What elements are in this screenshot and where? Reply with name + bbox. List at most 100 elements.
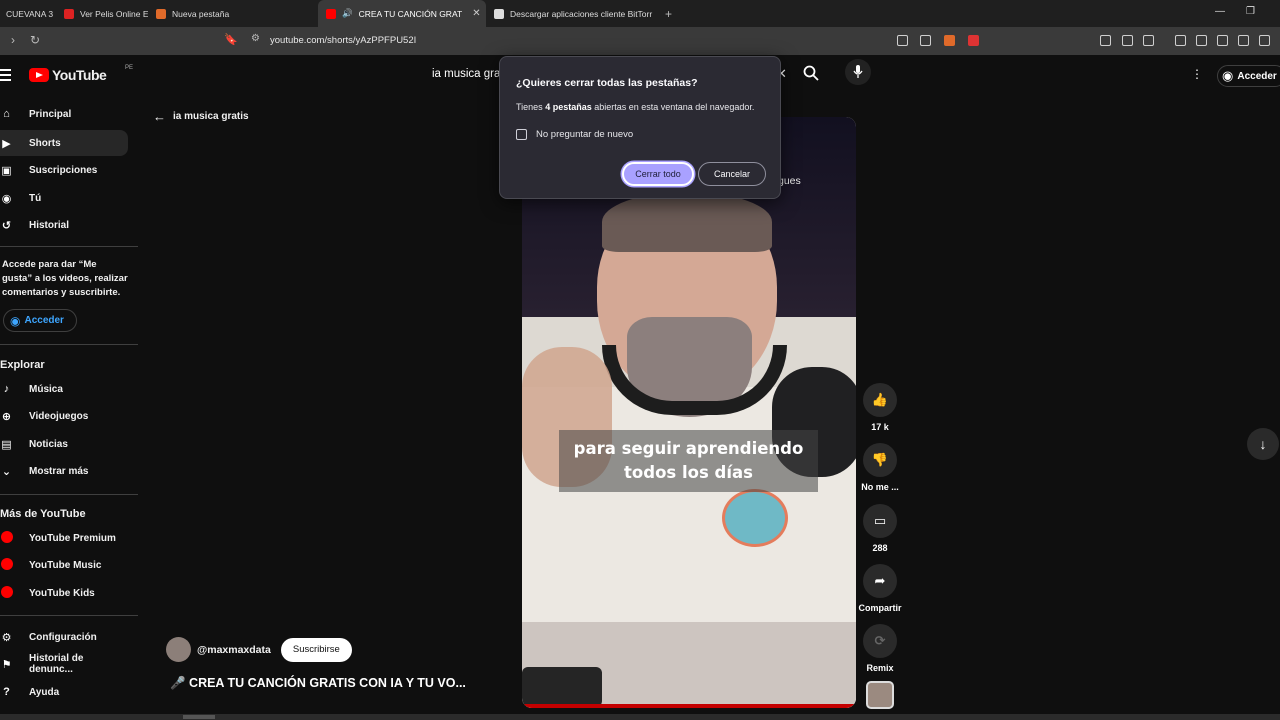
url-text[interactable]: youtube.com/shorts/yAzPPFPU52I [270,35,416,46]
sidebar-item-shorts[interactable]: ▶ Shorts [0,130,128,156]
tab-nueva-pestana[interactable]: Nueva pestaña [148,0,318,27]
sidebar-item-noticias[interactable]: ▤ Noticias [0,431,128,457]
video-subtitle: para seguir aprendiendo todos los días [559,430,818,492]
minimize-icon[interactable]: — [1215,6,1225,17]
tab-label: Descargar aplicaciones cliente BitTorr [510,8,653,19]
search-icon[interactable] [803,65,819,84]
brave-icon [156,8,166,19]
comment-count: 288 [872,543,888,553]
dialog-message-post: abiertas en esta ventana del navegador. [591,102,755,112]
sidebar-item-label: Configuración [29,631,97,643]
sidebar-signin-button[interactable]: ◉ Acceder [3,309,77,332]
sidebar-item-historial-denuncias[interactable]: ⚑ Historial de denunc... [0,651,128,677]
explore-heading: Explorar [0,359,45,371]
scrollbar-thumb[interactable] [183,715,215,719]
cast-icon[interactable] [897,35,908,46]
signin-label: Acceder [1237,70,1277,82]
sidebar-item-videojuegos[interactable]: ⊕ Videojuegos [0,403,128,429]
dialog-message: Tienes 4 pestañas abiertas en esta venta… [516,102,754,112]
like-count: 17 k [871,422,889,432]
share-button[interactable]: ➦ Compartir [857,564,903,613]
help-icon: ? [3,686,10,698]
youtube-kids-icon [0,585,13,601]
sidebar-item-suscripciones[interactable]: ▣ Suscripciones [0,157,128,183]
new-tab-icon[interactable]: + [665,7,672,21]
youtube-premium-icon [0,530,13,546]
forward-icon[interactable]: › [11,33,15,47]
tab-cuevana[interactable]: CUEVANA 3 [0,0,56,27]
speaker-icon[interactable]: 🔊 [342,8,353,19]
sidebar-item-tu[interactable]: ◉ Tú [0,185,128,211]
sidebar-item-label: YouTube Kids [29,587,95,599]
sidebar-item-label: Historial [29,219,70,231]
sidebar-item-youtube-premium[interactable]: YouTube Premium [0,525,128,551]
maximize-icon[interactable]: ❐ [1246,6,1255,17]
next-short-button[interactable]: ↓ [1247,428,1279,460]
close-all-button[interactable]: Cerrar todo [622,162,694,186]
screenshot-icon[interactable] [1143,35,1154,46]
dislike-button[interactable]: 👎 No me ... [857,443,903,492]
news-icon: ▤ [1,438,12,451]
video-title[interactable]: 🎤 CREA TU CANCIÓN GRATIS CON IA Y TU VO.… [170,676,466,691]
sidebar-item-label: Principal [29,108,72,120]
tab-bittorrent[interactable]: Descargar aplicaciones cliente BitTorr [486,0,661,27]
short-video-player[interactable]: para seguir aprendiendo todos los días [522,117,856,708]
tab-label: CUEVANA 3 [6,8,54,19]
sidebar-item-label: YouTube Music [29,559,102,571]
history-icon: ↺ [1,219,12,232]
comments-button[interactable]: ▭ 288 [857,504,903,553]
remix-icon: ⟳ [863,624,897,658]
reload-icon[interactable]: ↻ [30,33,40,47]
sidebar-icon[interactable] [1196,35,1207,46]
sidebar-item-ayuda[interactable]: ? Ayuda [0,679,128,705]
menu-icon[interactable] [0,69,11,84]
sidebar-item-youtube-music[interactable]: YouTube Music [0,552,128,578]
bookmark-icon[interactable]: 🔖 [224,33,238,46]
vpn-icon[interactable] [1259,35,1270,46]
checkbox-icon[interactable] [516,129,527,140]
share-page-icon[interactable] [920,35,931,46]
account-icon: ◉ [10,313,21,328]
arrow-down-icon: ↓ [1259,436,1267,452]
horizontal-scrollbar[interactable] [0,714,1280,720]
dont-ask-again-checkbox[interactable]: No preguntar de nuevo [516,129,633,140]
video-progress-bar[interactable] [522,704,856,708]
more-options-icon[interactable]: ⋮ [1191,67,1203,81]
remix-button[interactable]: ⟳ Remix [857,624,903,673]
sidebar-item-youtube-kids[interactable]: YouTube Kids [0,580,128,606]
like-button[interactable]: 👍 17 k [857,383,903,432]
channel-name[interactable]: @maxmaxdata [197,644,271,656]
user-icon: ◉ [1,192,12,205]
tab-ver-pelis[interactable]: Ver Pelis Online Estr [56,0,148,27]
arrow-left-icon: ← [153,109,166,124]
cancel-button[interactable]: Cancelar [698,162,766,186]
brave-rewards-icon[interactable] [968,35,979,46]
video-frame-keyboard [522,667,602,707]
flag-icon: ⚑ [1,658,12,671]
sound-thumbnail[interactable] [866,681,894,709]
brave-shields-icon[interactable] [944,35,955,46]
extension-icon[interactable] [1100,35,1111,46]
sidebar-item-mostrar-mas[interactable]: ⌄ Mostrar más [0,458,128,484]
site-info-icon[interactable]: ⚙ [251,33,260,44]
media-icon[interactable] [1175,35,1186,46]
remix-label: Remix [866,663,894,673]
youtube-logo[interactable]: YouTube PE [29,65,133,83]
close-tab-icon[interactable]: ✕ [472,8,480,19]
tab-crea-tu-cancion[interactable]: 🔊 CREA TU CANCIÓN GRAT ✕ [318,0,486,27]
wallet-icon[interactable] [1217,35,1228,46]
sidebar-item-musica[interactable]: ♪ Música [0,376,128,402]
leo-icon[interactable] [1238,35,1249,46]
back-link[interactable]: ← ia musica gratis [153,109,249,124]
subtitle-line: para seguir aprendiendo [573,439,804,458]
signin-button[interactable]: ◉ Acceder [1217,65,1280,87]
dialog-message-pre: Tienes [516,102,546,112]
sidebar-item-historial[interactable]: ↺ Historial [0,212,128,238]
microphone-icon[interactable] [845,59,871,85]
tab-label: CREA TU CANCIÓN GRAT [358,8,463,19]
puzzle-icon[interactable] [1122,35,1133,46]
sidebar-item-principal[interactable]: ⌂ Principal [0,101,128,127]
sidebar-item-configuracion[interactable]: ⚙ Configuración [0,624,128,650]
subscribe-button[interactable]: Suscribirse [280,637,352,662]
avatar[interactable] [166,637,191,662]
